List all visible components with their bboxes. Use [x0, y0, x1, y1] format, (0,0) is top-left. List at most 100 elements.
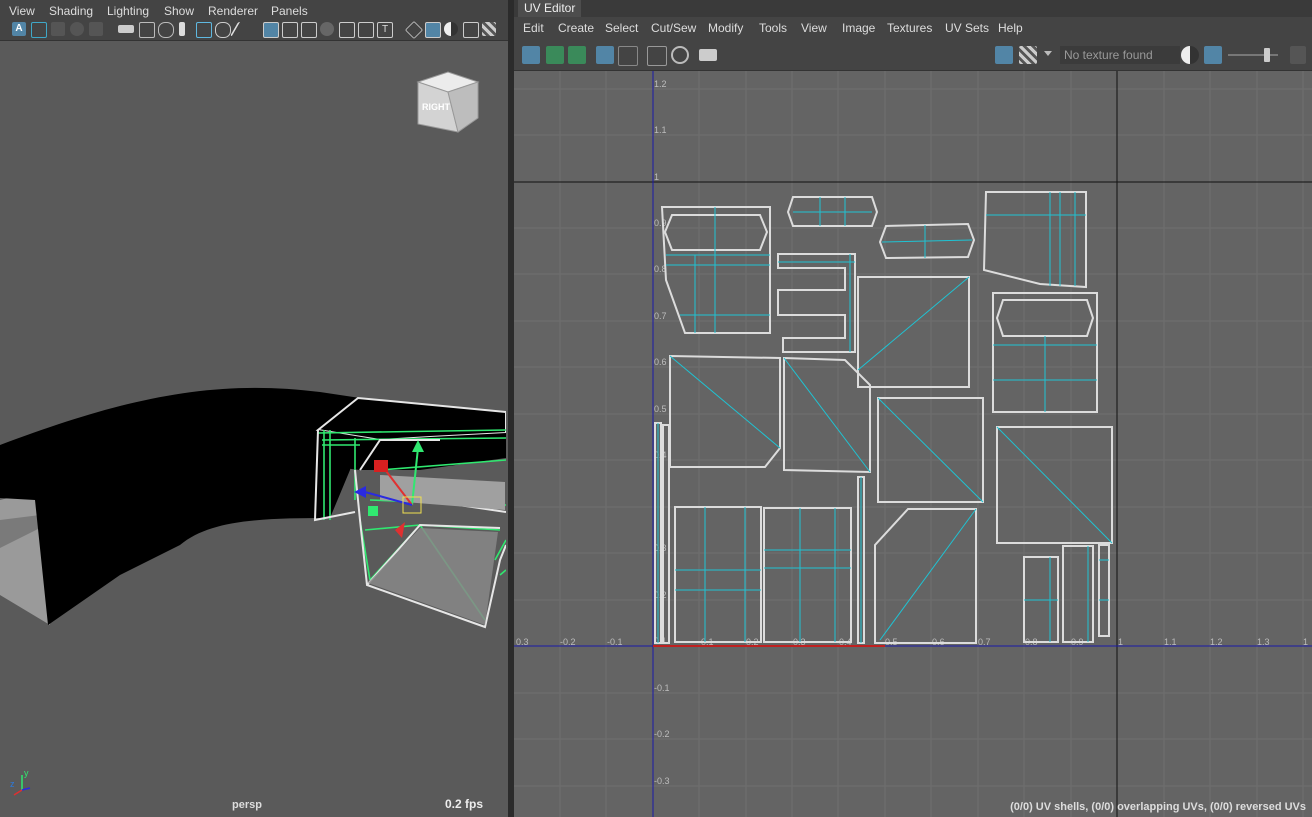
uv-grid-icon[interactable]	[647, 46, 667, 66]
axis-z-label: z	[10, 779, 15, 789]
texture-selector[interactable]: No texture found	[1060, 46, 1180, 64]
tumble-icon[interactable]	[215, 22, 231, 38]
axis-y-label: y	[24, 768, 29, 778]
uv-menu-textures[interactable]: Textures	[887, 21, 932, 35]
rotate-handle-icon[interactable]	[395, 522, 405, 538]
uv-menu-select[interactable]: Select	[605, 21, 638, 35]
black-mesh	[0, 387, 360, 625]
mesh-gray-strip	[380, 475, 505, 510]
uv-menu-view[interactable]: View	[801, 21, 827, 35]
y-tick: -0.3	[654, 776, 670, 786]
uv-shell-select-icon[interactable]	[522, 46, 540, 64]
x-tick: -0.1	[607, 637, 623, 647]
plane-handle-icon[interactable]	[368, 506, 378, 516]
uv-menu-create[interactable]: Create	[558, 21, 594, 35]
y-tick: 1	[654, 172, 659, 182]
y-tick: 0.7	[654, 311, 667, 321]
bookmark-icon[interactable]	[51, 22, 65, 36]
x-tick: 1.3	[1257, 637, 1270, 647]
lock-camera-icon[interactable]	[31, 22, 47, 38]
wireframe-on-shaded-icon[interactable]	[463, 22, 479, 38]
menu-shading[interactable]: Shading	[49, 4, 93, 18]
uv-menubar: Edit Create Select Cut/Sew Modify Tools …	[514, 17, 1312, 39]
textured-icon[interactable]	[482, 22, 496, 36]
uv-menu-cut-sew[interactable]: Cut/Sew	[651, 21, 696, 35]
uv-frame-icon[interactable]	[618, 46, 638, 66]
2d-pan-icon[interactable]	[89, 22, 103, 36]
y-tick: 0.5	[654, 404, 667, 414]
axis-x-line	[13, 789, 23, 796]
y-tick: 0.9	[654, 218, 667, 228]
uv-menu-edit[interactable]: Edit	[523, 21, 544, 35]
uv-menu-modify[interactable]: Modify	[708, 21, 743, 35]
uv-stack-icon[interactable]	[546, 46, 564, 64]
scene-svg: RIGHT y z	[0, 71, 506, 796]
x-tick: -0.2	[560, 637, 576, 647]
x-tick: 0.3	[516, 637, 529, 647]
menu-renderer[interactable]: Renderer	[208, 4, 258, 18]
uv-shell[interactable]	[857, 476, 865, 644]
select-camera-icon[interactable]: A	[12, 22, 26, 36]
y-tick: -0.2	[654, 729, 670, 739]
uv-toolbar	[514, 40, 1312, 71]
field-chart-icon[interactable]	[339, 22, 355, 38]
x-tick: 1.2	[1210, 637, 1223, 647]
axis-z-line	[21, 787, 31, 791]
viewport-menubar: View Shading Lighting Show Renderer Pane…	[0, 0, 508, 20]
bookmark-flag-icon[interactable]	[179, 22, 185, 36]
uv-menu-tools[interactable]: Tools	[759, 21, 787, 35]
grid-icon[interactable]	[263, 22, 279, 38]
film-gate-icon[interactable]	[282, 22, 298, 38]
uv-gamma-slider-track[interactable]	[1228, 54, 1278, 56]
camera-name: persp	[232, 799, 262, 811]
uv-snap-icon[interactable]	[671, 46, 689, 64]
move-x-handle-icon[interactable]	[374, 460, 388, 472]
y-tick: 1.1	[654, 125, 667, 135]
pan-zoom-icon[interactable]	[196, 22, 212, 38]
uv-menu-image[interactable]: Image	[842, 21, 875, 35]
uv-gamma-slider-handle[interactable]	[1264, 48, 1270, 62]
uv-layout-icon[interactable]	[568, 46, 586, 64]
uv-canvas-svg: 0.3 -0.2 -0.1 0.1 0.2 0.3 0.4 0.5 0.6 0.…	[514, 71, 1312, 817]
resolution-gate-icon[interactable]	[301, 22, 317, 38]
safe-action-icon[interactable]	[358, 22, 374, 38]
image-plane-icon[interactable]	[70, 22, 84, 36]
uv-editor-title[interactable]: UV Editor	[518, 0, 582, 17]
chevron-down-icon[interactable]	[1044, 51, 1052, 56]
uv-exposure-icon[interactable]	[1181, 46, 1199, 64]
uv-checker-icon[interactable]	[1019, 46, 1037, 64]
mesh-gray-face	[368, 528, 498, 625]
grease-pencil-icon[interactable]	[139, 22, 155, 38]
uv-toggle-icon[interactable]	[1290, 46, 1306, 64]
viewport-toolbar: A T	[0, 20, 508, 41]
menu-show[interactable]: Show	[164, 4, 194, 18]
camera-icon[interactable]	[158, 22, 174, 38]
uv-isolate-icon[interactable]	[596, 46, 614, 64]
uv-editor-titlebar	[514, 0, 1312, 17]
smooth-shade-icon[interactable]	[425, 22, 441, 38]
uv-snapshot-camera-icon[interactable]	[699, 49, 717, 61]
gate-mask-icon[interactable]	[320, 22, 334, 36]
default-material-icon[interactable]	[444, 22, 458, 36]
safe-title-icon[interactable]: T	[377, 22, 393, 38]
viewport-scene[interactable]: RIGHT y z	[0, 41, 506, 817]
menu-view[interactable]: View	[9, 4, 35, 18]
uv-menu-help[interactable]: Help	[998, 21, 1023, 35]
fps-readout: 0.2 fps	[445, 797, 484, 811]
pencil-icon[interactable]	[229, 22, 255, 36]
camera-attributes-icon[interactable]	[118, 25, 134, 33]
menu-panels[interactable]: Panels	[271, 4, 308, 18]
view-cube-label[interactable]: RIGHT	[422, 102, 451, 112]
uv-canvas[interactable]: 0.3 -0.2 -0.1 0.1 0.2 0.3 0.4 0.5 0.6 0.…	[514, 71, 1312, 817]
x-tick: 0.7	[978, 637, 991, 647]
x-tick: 1.1	[1164, 637, 1177, 647]
y-tick: 0.6	[654, 357, 667, 367]
uv-status-bar: (0/0) UV shells, (0/0) overlapping UVs, …	[1010, 801, 1306, 813]
menu-lighting[interactable]: Lighting	[107, 4, 149, 18]
y-tick: -0.1	[654, 683, 670, 693]
uv-texture-display-icon[interactable]	[1204, 46, 1222, 64]
wireframe-icon[interactable]	[404, 20, 424, 40]
y-tick: 1.2	[654, 79, 667, 89]
uv-image-display-icon[interactable]	[995, 46, 1013, 64]
uv-menu-uv-sets[interactable]: UV Sets	[945, 21, 989, 35]
